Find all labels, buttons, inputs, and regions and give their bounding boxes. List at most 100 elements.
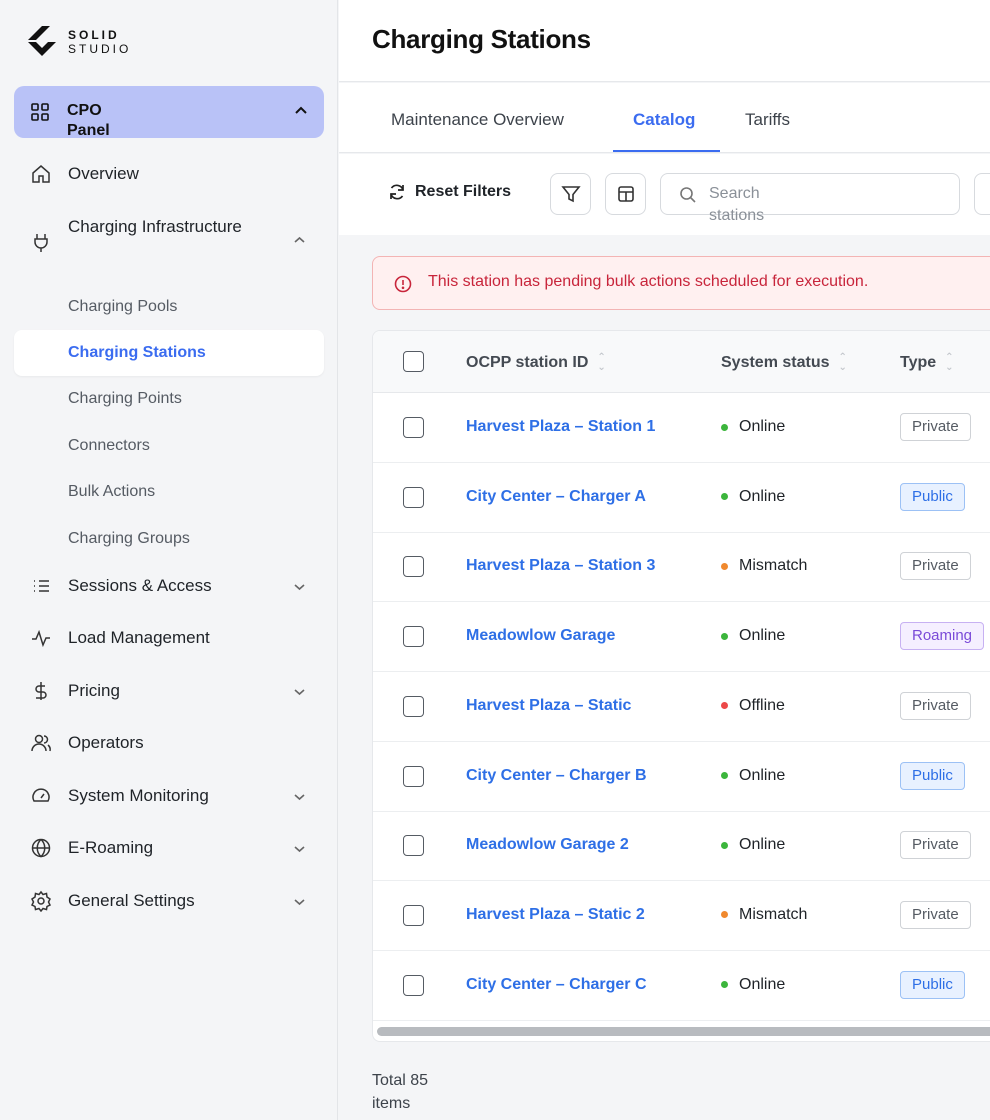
tab-maintenance-overview[interactable]: Maintenance Overview bbox=[391, 110, 564, 130]
horizontal-scrollbar[interactable] bbox=[377, 1027, 990, 1036]
row-checkbox[interactable] bbox=[403, 974, 424, 996]
type-badge: Private bbox=[900, 900, 971, 929]
station-id-link[interactable]: Meadowlow Garage 2 bbox=[466, 836, 629, 854]
row-checkbox[interactable] bbox=[403, 765, 424, 787]
type-badge: Private bbox=[900, 831, 971, 860]
row-checkbox[interactable] bbox=[403, 417, 424, 438]
sidebar-item-load-management[interactable]: Load Management bbox=[14, 618, 324, 658]
list-icon bbox=[34, 580, 49, 592]
status-text: Online bbox=[739, 487, 786, 505]
sidebar-subitem-connectors[interactable]: Connectors bbox=[14, 423, 324, 469]
type-badge: Roaming bbox=[900, 622, 985, 651]
row-checkbox[interactable] bbox=[403, 695, 424, 717]
status-dot-icon bbox=[721, 423, 728, 431]
table-row[interactable]: Meadowlow Garage Online Roaming bbox=[373, 602, 990, 673]
status-dot-icon bbox=[721, 562, 728, 570]
type-badge: Public bbox=[900, 482, 965, 511]
chevron-up-icon bbox=[294, 236, 305, 243]
station-id-link[interactable]: Meadowlow Garage bbox=[466, 627, 615, 645]
refresh-icon bbox=[390, 184, 404, 200]
sidebar-item-pricing[interactable]: Pricing bbox=[14, 671, 324, 711]
tab-bar: Maintenance Overview Catalog Tariffs bbox=[339, 83, 990, 153]
sidebar-item-overview[interactable]: Overview bbox=[14, 154, 324, 194]
sidebar-subitem-charging-points[interactable]: Charging Points bbox=[14, 376, 324, 422]
table-row[interactable]: City Center – Charger B Online Public bbox=[373, 742, 990, 812]
sidebar-subitem-bulk-actions[interactable]: Bulk Actions bbox=[14, 469, 324, 515]
row-checkbox[interactable] bbox=[403, 904, 424, 926]
total-items: Total 85 items bbox=[372, 1072, 429, 1112]
logo[interactable]: SOLID STUDIO bbox=[26, 24, 131, 60]
sidebar-subitem-charging-groups[interactable]: Charging Groups bbox=[14, 516, 324, 562]
station-id-link[interactable]: Harvest Plaza – Static 2 bbox=[466, 906, 645, 924]
table-row[interactable]: Harvest Plaza – Station 1 Online Private bbox=[373, 393, 990, 463]
station-id-link[interactable]: City Center – Charger C bbox=[466, 976, 647, 994]
column-header-ocpp-id[interactable]: OCPP station ID ⌃ ⌄ bbox=[466, 353, 606, 373]
row-checkbox[interactable] bbox=[403, 486, 424, 508]
search-icon bbox=[680, 187, 696, 203]
filter-icon bbox=[560, 186, 581, 203]
sidebar-item-system-monitoring[interactable]: System Monitoring bbox=[14, 776, 324, 816]
status-cell: Mismatch bbox=[721, 906, 807, 924]
station-id-link[interactable]: Harvest Plaza – Station 3 bbox=[466, 557, 655, 575]
users-icon bbox=[31, 734, 51, 752]
stations-table: OCPP station ID ⌃ ⌄ System status ⌃ ⌄ Type… bbox=[372, 330, 990, 1042]
column-header-type[interactable]: Type ⌃ ⌄ bbox=[900, 353, 954, 373]
sidebar-item-operators[interactable]: Operators bbox=[14, 723, 324, 763]
sidebar-subitem-charging-pools[interactable]: Charging Pools bbox=[14, 284, 324, 330]
sort-icon: ⌃ ⌄ bbox=[945, 352, 954, 373]
row-checkbox[interactable] bbox=[403, 835, 424, 857]
station-id-link[interactable]: City Center – Charger B bbox=[466, 767, 647, 785]
columns-button[interactable] bbox=[605, 173, 646, 215]
sort-icon: ⌃ ⌄ bbox=[838, 352, 847, 373]
row-checkbox[interactable] bbox=[403, 556, 424, 578]
status-cell: Online bbox=[721, 767, 785, 785]
tab-catalog[interactable]: Catalog bbox=[633, 110, 695, 130]
tab-tariffs[interactable]: Tariffs bbox=[745, 110, 790, 130]
plug-icon bbox=[34, 234, 48, 252]
table-row[interactable]: Meadowlow Garage 2 Online Private bbox=[373, 811, 990, 882]
station-id-link[interactable]: City Center – Charger A bbox=[466, 488, 646, 506]
table-row[interactable]: City Center – Charger A Online Public bbox=[373, 463, 990, 533]
sidebar-subitem-charging-stations[interactable]: Charging Stations bbox=[14, 330, 324, 376]
select-all-checkbox[interactable] bbox=[403, 351, 424, 372]
chevron-down-icon bbox=[294, 794, 305, 801]
toolbar-extra-button[interactable] bbox=[974, 173, 990, 215]
panel-label: CPO Panel bbox=[67, 102, 110, 139]
table-row[interactable]: City Center – Charger C Online Public bbox=[373, 951, 990, 1021]
cpo-panel-button[interactable]: CPO Panel bbox=[14, 86, 324, 139]
table-row[interactable]: Harvest Plaza – Static Offline Private bbox=[373, 672, 990, 742]
station-id-link[interactable]: Harvest Plaza – Station 1 bbox=[466, 418, 655, 436]
pulse-icon bbox=[32, 629, 50, 648]
chevron-down-icon bbox=[294, 689, 305, 696]
reset-filters-button[interactable]: Reset Filters bbox=[387, 182, 511, 202]
row-checkbox[interactable] bbox=[403, 626, 424, 648]
filter-button[interactable] bbox=[550, 173, 591, 215]
status-cell: Mismatch bbox=[721, 557, 807, 575]
sidebar-item-charging-infrastructure[interactable]: Charging Infrastructure bbox=[14, 207, 324, 267]
status-dot-icon bbox=[721, 981, 728, 989]
page-title: Charging Stations bbox=[372, 24, 591, 54]
sidebar-item-general-settings[interactable]: General Settings bbox=[14, 881, 324, 921]
status-text: Online bbox=[739, 975, 786, 993]
sidebar-item-e-roaming[interactable]: E-Roaming bbox=[14, 828, 324, 868]
status-cell: Online bbox=[721, 836, 785, 854]
table-row[interactable]: Harvest Plaza – Static 2 Mismatch Private bbox=[373, 881, 990, 951]
sidebar-item-sessions-access[interactable]: Sessions & Access bbox=[14, 566, 324, 606]
table-columns-icon bbox=[617, 186, 634, 202]
active-tab-indicator bbox=[613, 150, 720, 152]
status-dot-icon bbox=[721, 702, 728, 710]
alert-text: This station has pending bulk actions sc… bbox=[428, 273, 869, 290]
type-badge: Private bbox=[900, 413, 971, 441]
logo-text: SOLID STUDIO bbox=[68, 28, 132, 56]
status-dot-icon bbox=[721, 911, 728, 919]
search-placeholder: Search stations bbox=[709, 185, 765, 224]
status-cell: Online bbox=[721, 627, 785, 645]
type-badge: Private bbox=[900, 691, 971, 720]
search-input[interactable]: Search stations bbox=[660, 173, 960, 224]
chevron-down-icon bbox=[294, 899, 305, 906]
station-id-link[interactable]: Harvest Plaza – Static bbox=[466, 697, 631, 715]
status-cell: Offline bbox=[721, 697, 785, 715]
table-row[interactable]: Harvest Plaza – Station 3 Mismatch Private bbox=[373, 532, 990, 603]
pending-actions-alert: This station has pending bulk actions sc… bbox=[372, 256, 990, 310]
column-header-system-status[interactable]: System status ⌃ ⌄ bbox=[721, 353, 847, 373]
